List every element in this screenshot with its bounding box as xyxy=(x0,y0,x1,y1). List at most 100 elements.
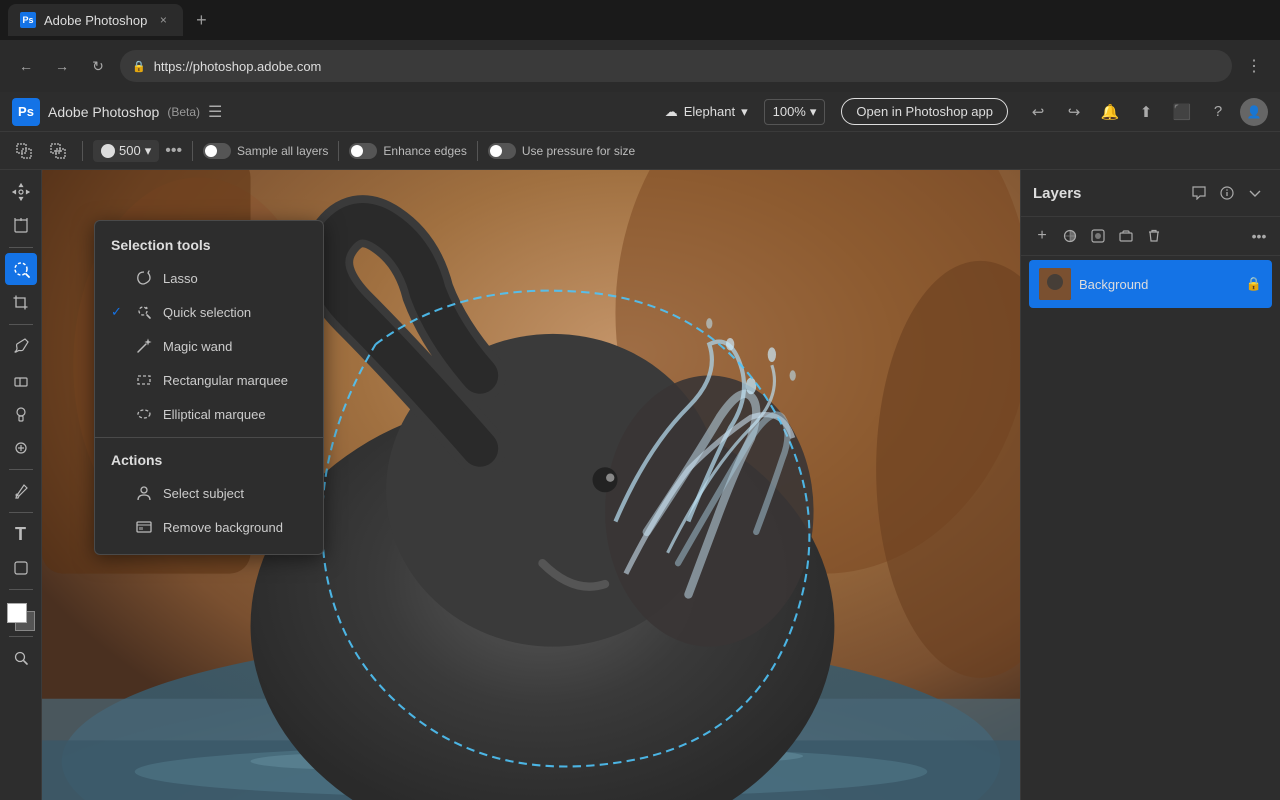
ellip-marquee-label: Elliptical marquee xyxy=(163,407,266,422)
browser-chrome: Ps Adobe Photoshop × + ← → ↻ 🔒 https://p… xyxy=(0,0,1280,92)
rect-marquee-item[interactable]: Rectangular marquee xyxy=(95,363,323,397)
expand-panel-button[interactable] xyxy=(1242,180,1268,206)
layer-thumbnail xyxy=(1039,268,1071,300)
sample-all-layers-toggle[interactable] xyxy=(203,143,231,159)
address-bar[interactable]: 🔒 https://photoshop.adobe.com xyxy=(120,50,1232,82)
lock-icon: 🔒 xyxy=(132,60,146,73)
left-toolbar: T xyxy=(0,170,42,800)
quick-selection-check: ✓ xyxy=(111,304,125,320)
lasso-tool-item[interactable]: Lasso xyxy=(95,261,323,295)
layer-thumb-inner xyxy=(1039,268,1071,300)
delete-layer-button[interactable] xyxy=(1141,223,1167,249)
app-header: Ps Adobe Photoshop (Beta) ☰ ☁ Elephant ▾… xyxy=(0,92,1280,132)
user-avatar[interactable]: 👤 xyxy=(1240,98,1268,126)
toolbar-separator xyxy=(82,141,83,161)
quick-selection-tool-button[interactable] xyxy=(5,253,37,285)
eraser-tool-button[interactable] xyxy=(5,364,37,396)
undo-button[interactable]: ↩ xyxy=(1024,98,1052,126)
address-text: https://photoshop.adobe.com xyxy=(154,59,322,74)
eyedropper-tool-button[interactable] xyxy=(5,475,37,507)
info-button[interactable] xyxy=(1214,180,1240,206)
move-tool-button[interactable] xyxy=(5,176,37,208)
new-tab-button[interactable]: + xyxy=(187,6,215,34)
healing-brush-button[interactable] xyxy=(5,432,37,464)
select-subject-label: Select subject xyxy=(163,486,244,501)
redo-button[interactable]: ↪ xyxy=(1060,98,1088,126)
foreground-color-swatch[interactable] xyxy=(7,603,27,623)
browser-menu-button[interactable]: ⋮ xyxy=(1240,52,1268,80)
cloud-document-button[interactable]: ☁ Elephant ▾ xyxy=(657,100,756,124)
panel-header: Layers xyxy=(1021,170,1280,217)
artboard-tool-button[interactable] xyxy=(5,210,37,242)
photoshop-app: Ps Adobe Photoshop (Beta) ☰ ☁ Elephant ▾… xyxy=(0,92,1280,800)
zoom-chevron-icon: ▾ xyxy=(810,104,817,120)
browser-tab[interactable]: Ps Adobe Photoshop × xyxy=(8,4,183,36)
toolbar-separator-2 xyxy=(192,141,193,161)
browser-nav: ← → ↻ 🔒 https://photoshop.adobe.com ⋮ xyxy=(0,40,1280,92)
type-tool-button[interactable]: T xyxy=(5,518,37,550)
toolbar-more-button[interactable]: ••• xyxy=(165,142,182,160)
forward-button[interactable]: → xyxy=(48,52,76,80)
share-button[interactable]: ⬆ xyxy=(1132,98,1160,126)
secondary-toolbar: 500 ▾ ••• Sample all layers Enhance edge… xyxy=(0,132,1280,170)
ellip-marquee-item[interactable]: Elliptical marquee xyxy=(95,397,323,431)
rect-marquee-icon xyxy=(135,371,153,389)
brush-dot-icon xyxy=(101,144,115,158)
tab-close-button[interactable]: × xyxy=(155,12,171,28)
tab-title: Adobe Photoshop xyxy=(44,13,147,28)
pressure-toggle[interactable] xyxy=(488,143,516,159)
group-layer-button[interactable] xyxy=(1113,223,1139,249)
brush-size-control[interactable]: 500 ▾ xyxy=(93,140,159,162)
help-button[interactable]: ? xyxy=(1204,98,1232,126)
brush-size-chevron: ▾ xyxy=(145,143,152,159)
magic-wand-item[interactable]: Magic wand xyxy=(95,329,323,363)
tool-separator xyxy=(9,247,33,248)
remove-background-label: Remove background xyxy=(163,520,283,535)
main-area: T xyxy=(0,170,1280,800)
add-layer-button[interactable]: + xyxy=(1029,223,1055,249)
layers-more-button[interactable]: ••• xyxy=(1246,223,1272,249)
select-subject-item[interactable]: Select subject xyxy=(95,476,323,510)
color-swatch[interactable] xyxy=(7,603,35,631)
adjustment-layer-button[interactable] xyxy=(1057,223,1083,249)
plugins-button[interactable]: ⬛ xyxy=(1168,98,1196,126)
canvas-area: Selection tools Lasso ✓ Quick selection xyxy=(42,170,1020,800)
notifications-button[interactable]: 🔔 xyxy=(1096,98,1124,126)
tool-separator-6 xyxy=(9,636,33,637)
quick-selection-item[interactable]: ✓ Quick selection xyxy=(95,295,323,329)
background-layer-item[interactable]: Background 🔒 xyxy=(1029,260,1272,308)
toolbar-separator-4 xyxy=(477,141,478,161)
zoom-control[interactable]: 100% ▾ xyxy=(764,99,826,125)
crop-tool-button[interactable] xyxy=(5,287,37,319)
open-in-photoshop-button[interactable]: Open in Photoshop app xyxy=(841,98,1008,125)
brush-tool-button[interactable] xyxy=(5,330,37,362)
quick-selection-label: Quick selection xyxy=(163,305,251,320)
pressure-toggle-row: Use pressure for size xyxy=(488,143,635,159)
chevron-down-icon: ▾ xyxy=(741,104,748,120)
tool-separator-2 xyxy=(9,324,33,325)
clone-stamp-button[interactable] xyxy=(5,398,37,430)
back-button[interactable]: ← xyxy=(12,52,40,80)
select-subject-icon xyxy=(135,484,153,502)
sample-all-layers-label: Sample all layers xyxy=(237,144,328,158)
layer-lock-icon: 🔒 xyxy=(1246,276,1262,292)
app-beta: (Beta) xyxy=(167,105,200,119)
zoom-value: 100% xyxy=(773,104,806,119)
zoom-tool-button[interactable] xyxy=(5,642,37,674)
toolbar-separator-3 xyxy=(338,141,339,161)
enhance-edges-toggle-row: Enhance edges xyxy=(349,143,466,159)
selection-tools-title: Selection tools xyxy=(95,231,323,261)
mask-button[interactable] xyxy=(1085,223,1111,249)
layer-name: Background xyxy=(1079,277,1238,292)
tab-bar: Ps Adobe Photoshop × + xyxy=(0,0,1280,40)
remove-background-item[interactable]: Remove background xyxy=(95,510,323,544)
add-selection-button[interactable] xyxy=(10,137,38,165)
panel-icons xyxy=(1186,180,1268,206)
subtract-selection-button[interactable] xyxy=(44,137,72,165)
hamburger-menu[interactable]: ☰ xyxy=(208,102,222,122)
enhance-edges-toggle[interactable] xyxy=(349,143,377,159)
quick-selection-icon xyxy=(135,303,153,321)
shape-tool-button[interactable] xyxy=(5,552,37,584)
refresh-button[interactable]: ↻ xyxy=(84,52,112,80)
comments-button[interactable] xyxy=(1186,180,1212,206)
